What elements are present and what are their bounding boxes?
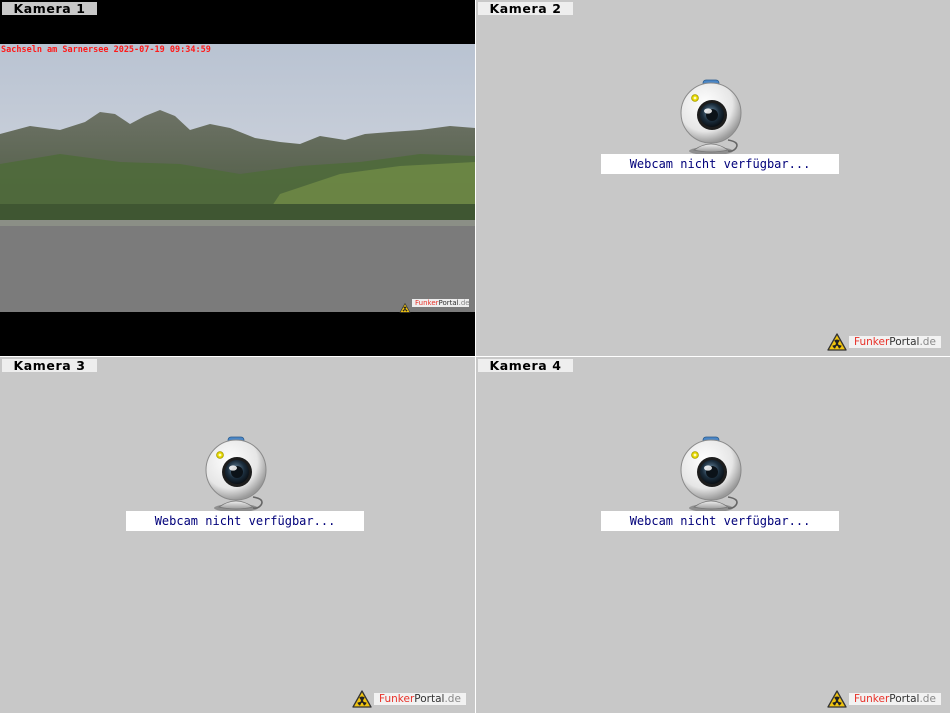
webcam-icon	[680, 435, 746, 513]
radiation-warning-icon	[827, 690, 847, 708]
camera-panel-3[interactable]: Kamera 3 Webcam nicht verfügbar... Funke…	[0, 357, 475, 713]
status-message: Webcam nicht verfügbar...	[601, 154, 839, 174]
webcam-icon	[680, 78, 746, 156]
camera-panel-1[interactable]: Kamera 1 Sachseln am Sarnersee 2025-07-1…	[0, 0, 475, 356]
camera-panel-2[interactable]: Kamera 2 Webcam nicht verfügbar... Funke…	[476, 0, 950, 356]
camera-label: Kamera 1	[2, 2, 97, 15]
funkerportal-logo[interactable]: FunkerPortal.de	[352, 690, 467, 708]
timestamp-overlay: Sachseln am Sarnersee 2025-07-19 09:34:5…	[1, 45, 211, 55]
logo-text: FunkerPortal.de	[849, 693, 941, 705]
camera-label: Kamera 2	[478, 2, 573, 15]
funkerportal-logo[interactable]: FunkerPortal.de	[399, 298, 471, 308]
funkerportal-logo[interactable]: FunkerPortal.de	[827, 690, 942, 708]
radiation-warning-icon	[827, 333, 847, 351]
funkerportal-logo[interactable]: FunkerPortal.de	[827, 333, 942, 351]
logo-text: FunkerPortal.de	[412, 299, 470, 307]
camera-label: Kamera 3	[2, 359, 97, 372]
camera-panel-4[interactable]: Kamera 4 Webcam nicht verfügbar... Funke…	[476, 357, 950, 713]
status-message: Webcam nicht verfügbar...	[126, 511, 364, 531]
webcam-image[interactable]	[0, 44, 475, 312]
radiation-warning-icon	[399, 303, 411, 313]
camera-label: Kamera 4	[478, 359, 573, 372]
radiation-warning-icon	[352, 690, 372, 708]
logo-text: FunkerPortal.de	[374, 693, 466, 705]
status-message: Webcam nicht verfügbar...	[601, 511, 839, 531]
webcam-icon	[205, 435, 271, 513]
logo-text: FunkerPortal.de	[849, 336, 941, 348]
